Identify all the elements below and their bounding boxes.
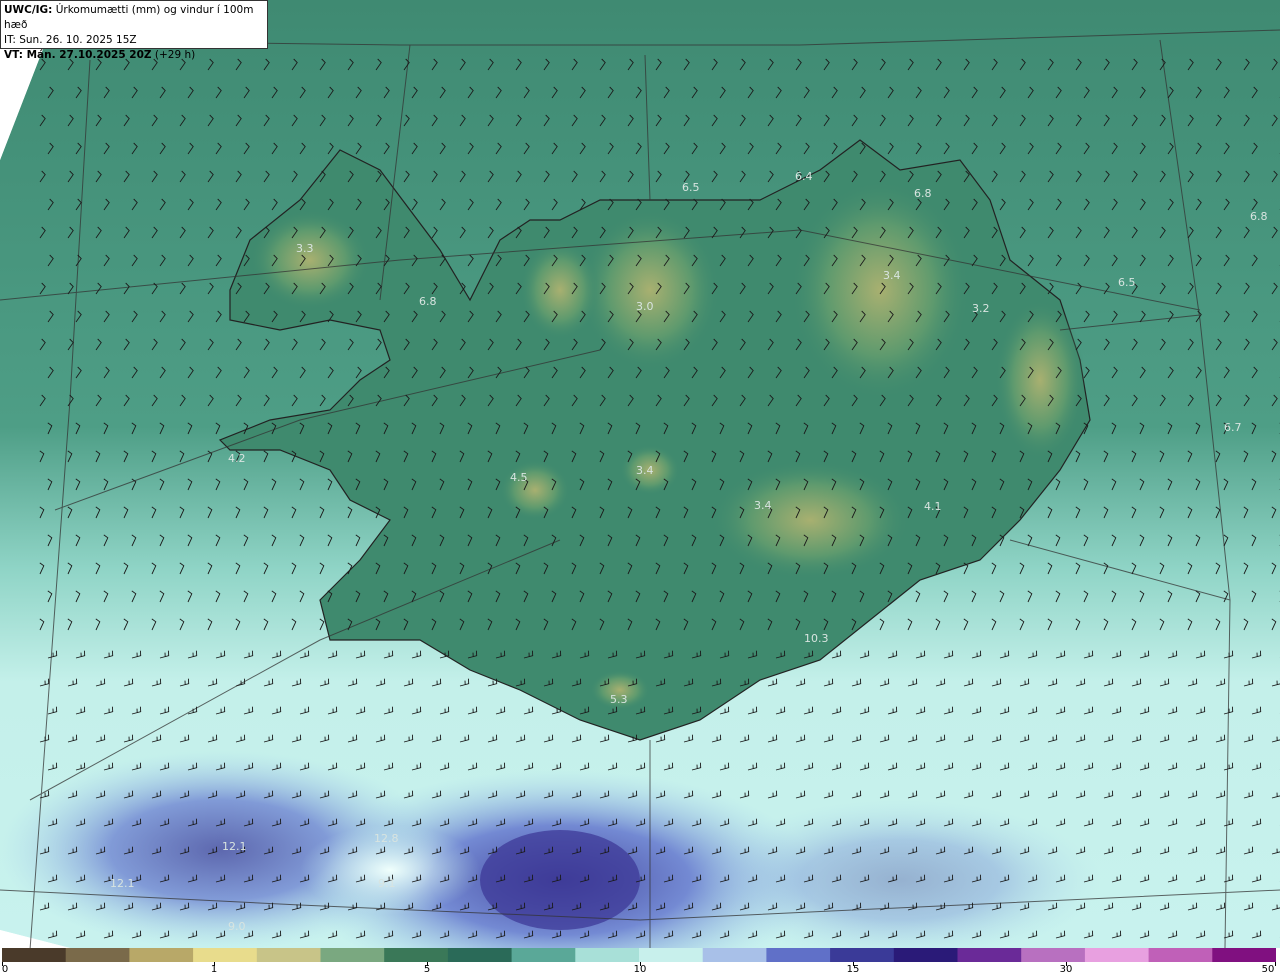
colorbar-segment bbox=[511, 948, 576, 962]
colorbar-tick: 50 bbox=[1261, 964, 1275, 975]
map-title-box: UWC/IG: Úrkomumætti (mm) og vindur í 100… bbox=[0, 0, 268, 61]
map-label: 3.3 bbox=[296, 242, 314, 255]
map-label: 6.7 bbox=[1224, 421, 1242, 434]
init-time: IT: Sun. 26. 10. 2025 15Z bbox=[4, 34, 137, 46]
map-label: 6.4 bbox=[795, 170, 813, 183]
colorbar-segment bbox=[256, 948, 321, 962]
colorbar-segment bbox=[193, 948, 258, 962]
colorbar: 0 1 5 10 15 30 50 bbox=[0, 948, 1280, 978]
lead-time: (+29 h) bbox=[151, 49, 196, 61]
map-label: 6.8 bbox=[914, 187, 932, 200]
map-label: 9.1 bbox=[378, 877, 396, 890]
map-label: 3.4 bbox=[883, 269, 901, 282]
colorbar-segment bbox=[1148, 948, 1213, 962]
precipitation-wind-map: 3.3 6.8 6.5 6.4 6.8 6.8 3.0 3.4 3.2 6.5 … bbox=[0, 0, 1280, 948]
map-label: 6.5 bbox=[682, 181, 700, 194]
colorbar-tick: 10 bbox=[633, 964, 647, 975]
colorbar-tick: 30 bbox=[1059, 964, 1073, 975]
colorbar-strip bbox=[2, 948, 1276, 962]
colorbar-segment bbox=[830, 948, 895, 962]
map-label: 12.1 bbox=[110, 877, 135, 890]
colorbar-tick: 5 bbox=[423, 964, 431, 975]
map-label: 5.3 bbox=[610, 693, 628, 706]
colorbar-segment bbox=[1212, 948, 1276, 962]
colorbar-segment bbox=[575, 948, 640, 962]
colorbar-segment bbox=[893, 948, 958, 962]
map-label: 6.8 bbox=[419, 295, 437, 308]
colorbar-segment bbox=[384, 948, 449, 962]
colorbar-segment bbox=[320, 948, 385, 962]
colorbar-segment bbox=[766, 948, 831, 962]
colorbar-segment bbox=[702, 948, 767, 962]
map-label: 12.1 bbox=[222, 840, 247, 853]
title-line-1: UWC/IG: Úrkomumætti (mm) og vindur í 100… bbox=[4, 3, 264, 33]
map-label: 6.5 bbox=[1118, 276, 1136, 289]
colorbar-tick: 0 bbox=[1, 964, 9, 975]
map-label: 3.4 bbox=[754, 499, 772, 512]
colorbar-segment bbox=[65, 948, 130, 962]
colorbar-segment bbox=[1084, 948, 1150, 962]
colorbar-tick: 15 bbox=[846, 964, 860, 975]
model-name: UWC/IG: bbox=[4, 4, 53, 16]
map-label: 3.4 bbox=[636, 464, 654, 477]
title-line-3: VT: Mán. 27.10.2025 20Z (+29 h) bbox=[4, 48, 264, 63]
map-label: 4.1 bbox=[924, 500, 942, 513]
colorbar-segment bbox=[2, 948, 67, 962]
colorbar-segment bbox=[447, 948, 513, 962]
map-label: 4.2 bbox=[228, 452, 246, 465]
map-label: 12.8 bbox=[374, 832, 399, 845]
colorbar-segment bbox=[957, 948, 1022, 962]
map-label: 3.0 bbox=[636, 300, 654, 313]
map-label: 4.5 bbox=[510, 471, 528, 484]
colorbar-tick: 1 bbox=[210, 964, 218, 975]
colorbar-segment bbox=[129, 948, 194, 962]
map-label: 9.0 bbox=[228, 920, 246, 933]
map-label: 3.2 bbox=[972, 302, 990, 315]
colorbar-segment bbox=[639, 948, 704, 962]
map-label: 10.3 bbox=[804, 632, 829, 645]
colorbar-segment bbox=[1021, 948, 1086, 962]
map-label: 6.8 bbox=[1250, 210, 1268, 223]
valid-time: VT: Mán. 27.10.2025 20Z bbox=[4, 49, 152, 61]
